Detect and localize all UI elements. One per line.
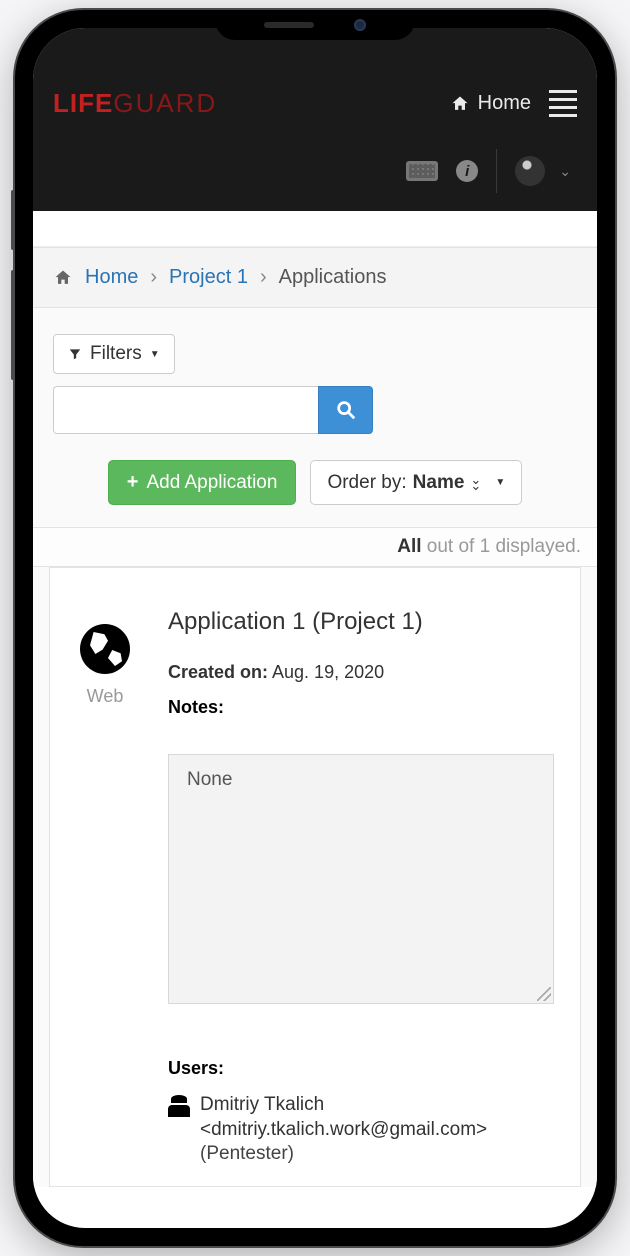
breadcrumb-current: Applications [279,266,387,289]
caret-down-icon: ▼ [150,349,160,360]
search-icon [335,399,357,421]
app-logo[interactable]: LIFEGUARD [53,88,217,119]
logo-part-1: LIFE [53,88,113,119]
breadcrumb-sep: › [150,266,157,289]
plus-icon: + [127,471,139,494]
order-prefix: Order by: [327,472,406,494]
add-label: Add Application [146,472,277,494]
user-menu[interactable]: ⌄ [515,156,571,186]
add-application-button[interactable]: + Add Application [108,460,297,505]
nav-home-label: Home [478,92,531,115]
screen: LIFEGUARD Home i ⌄ [33,28,597,1228]
breadcrumb: Home › Project 1 › Applications [33,247,597,308]
home-icon [53,268,73,288]
user-secret-icon [168,1095,190,1117]
users-label: Users: [168,1058,554,1079]
notes-textarea[interactable]: None [168,754,554,1004]
notes-label: Notes: [168,697,554,718]
breadcrumb-sep: › [260,266,267,289]
user-name: Dmitriy Tkalich [200,1094,324,1115]
order-by-button[interactable]: Order by: Name ⌄⌄ ▼ [310,460,522,505]
application-title[interactable]: Application 1 (Project 1) [168,608,554,636]
application-card: Web Application 1 (Project 1) Created on… [49,567,581,1187]
header-spacer [33,211,597,247]
user-role: (Pentester) [200,1143,294,1164]
app-type-label: Web [70,686,140,707]
menu-button[interactable] [549,90,577,117]
results-summary: All out of 1 displayed. [33,527,597,567]
chevron-down-icon: ⌄ [559,163,571,180]
phone-frame: LIFEGUARD Home i ⌄ [15,10,615,1246]
globe-icon [80,624,130,674]
created-on-value: Aug. 19, 2020 [272,662,384,682]
info-icon[interactable]: i [456,160,478,182]
breadcrumb-project[interactable]: Project 1 [169,266,248,289]
user-entry: Dmitriy Tkalich <dmitriy.tkalich.work@gm… [168,1093,554,1167]
avatar-icon [515,156,545,186]
speaker-slot [264,22,314,28]
created-on-label: Created on: [168,662,268,682]
user-email: <dmitriy.tkalich.work@gmail.com> [200,1119,487,1140]
breadcrumb-home[interactable]: Home [85,266,138,289]
home-icon [450,94,470,114]
logo-part-2: GUARD [113,88,217,119]
nav-home-link[interactable]: Home [450,92,531,115]
order-field: Name [413,472,465,494]
filter-icon [68,347,82,361]
front-camera [354,19,366,31]
page-content: Home › Project 1 › Applications Filters … [33,211,597,1187]
divider [496,149,497,193]
search-input[interactable] [53,386,318,434]
caret-down-icon: ▼ [495,477,505,488]
results-rest: out of 1 displayed. [422,536,582,557]
phone-notch [215,10,415,40]
results-strong: All [397,536,421,557]
filters-button[interactable]: Filters ▼ [53,334,175,374]
keyboard-icon[interactable] [406,161,438,181]
top-nav: LIFEGUARD Home i ⌄ [33,28,597,211]
sort-icon: ⌄⌄ [470,477,481,487]
notes-value: None [187,769,232,790]
search-button[interactable] [318,386,373,434]
toolbar: Filters ▼ + Add Application Order by: [33,308,597,527]
filters-label: Filters [90,343,142,365]
